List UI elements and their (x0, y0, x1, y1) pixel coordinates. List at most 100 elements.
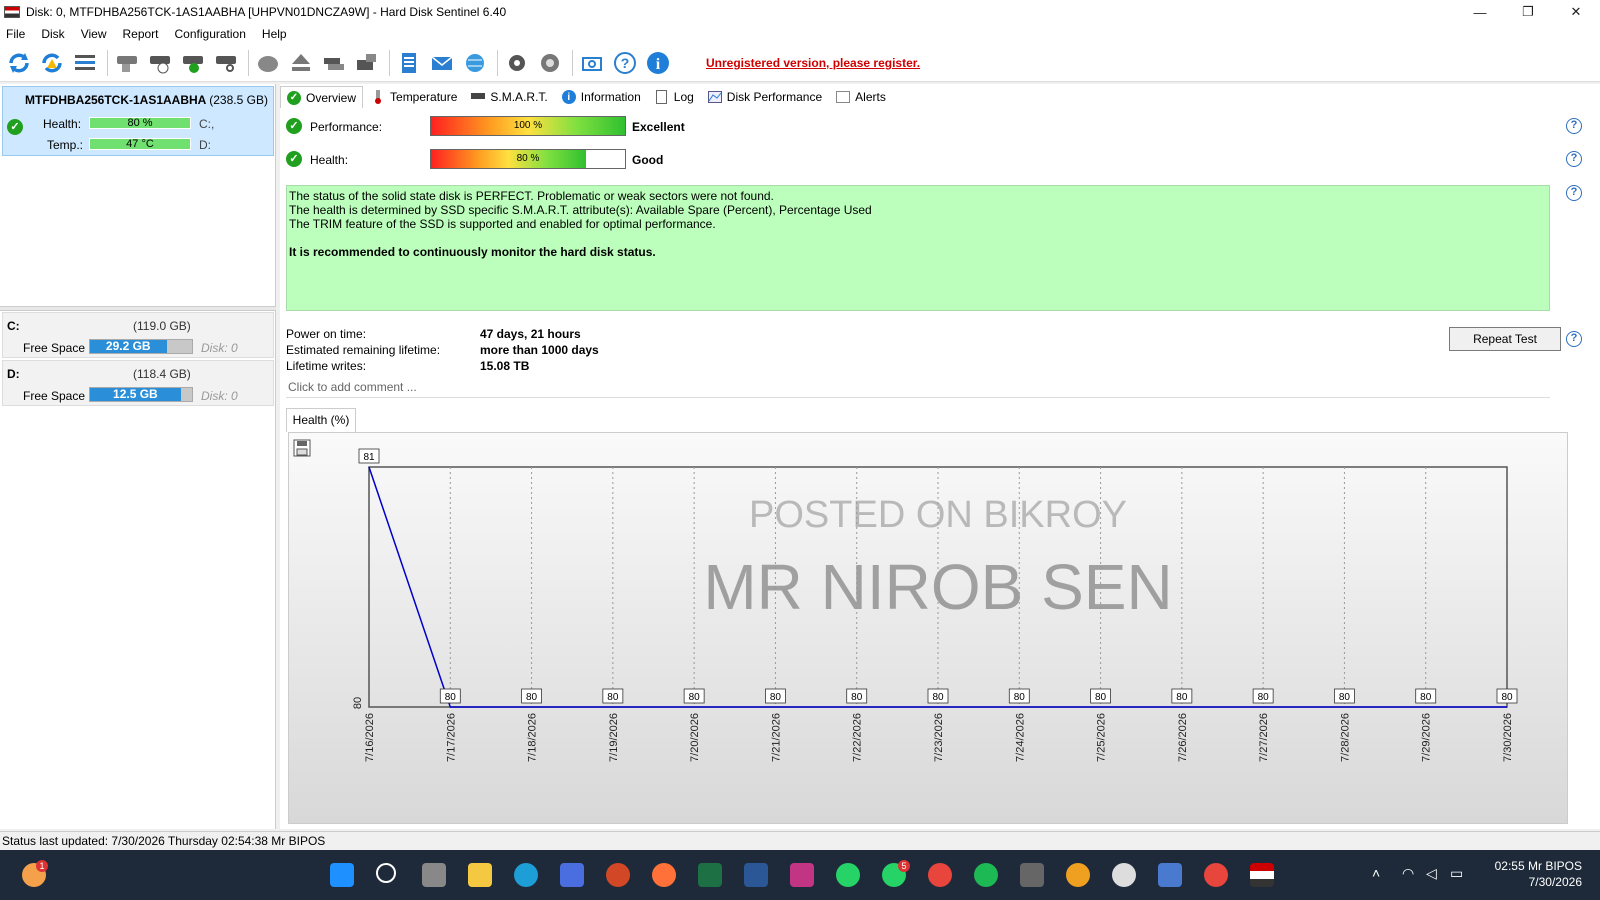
data-label: 80 (1095, 692, 1107, 703)
search-icon[interactable] (376, 863, 396, 883)
help-icon[interactable]: ? (1566, 331, 1582, 347)
tab-temperature[interactable]: Temperature (365, 86, 463, 108)
x-tick-label: 7/27/2026 (1258, 713, 1270, 762)
free-space-value: 12.5 GB (90, 388, 181, 401)
menu-report[interactable]: Report (122, 27, 158, 41)
x-tick-label: 7/28/2026 (1339, 713, 1351, 762)
data-label: 80 (526, 692, 538, 703)
tab-information[interactable]: i Information (556, 86, 647, 108)
disk-eject-icon[interactable] (286, 48, 316, 78)
close-button[interactable]: ✕ (1552, 0, 1600, 24)
instagram-icon[interactable] (790, 863, 814, 887)
mail-icon[interactable] (427, 48, 457, 78)
menu-configuration[interactable]: Configuration (175, 27, 246, 41)
clock[interactable]: 02:55 Mr BIPOS 7/30/2026 (1495, 858, 1582, 890)
hard-disk-sentinel-icon[interactable] (1250, 863, 1274, 887)
free-space-label: Free Space (23, 341, 86, 355)
info-icon[interactable]: i (643, 48, 673, 78)
disk-hand-icon[interactable] (112, 48, 142, 78)
volume-icon[interactable]: ◁ (1426, 865, 1437, 882)
help-icon[interactable]: ? (610, 48, 640, 78)
calculator-icon[interactable] (1020, 863, 1044, 887)
pen-icon[interactable] (1158, 863, 1182, 887)
excel-icon[interactable] (698, 863, 722, 887)
tab-overview[interactable]: ✓ Overview (280, 86, 364, 108)
tab-smart[interactable]: S.M.A.R.T. (465, 86, 553, 108)
tab-disk-performance[interactable]: Disk Performance (702, 86, 828, 108)
toolbar: ? i Unregistered version, please registe… (0, 44, 1600, 82)
x-tick-label: 7/20/2026 (689, 713, 701, 762)
camera-icon[interactable] (577, 48, 607, 78)
menu-file[interactable]: File (6, 27, 25, 41)
disk-model: MTFDHBA256TCK-1AS1AABHA (25, 93, 206, 107)
file-explorer-icon[interactable] (468, 863, 492, 887)
tab-label: Log (673, 90, 694, 104)
disk-card[interactable]: MTFDHBA256TCK-1AS1AABHA (238.5 GB) ✓ Hea… (2, 86, 274, 156)
comment-field[interactable]: Click to add comment ... (286, 376, 1550, 398)
help-icon[interactable]: ? (1566, 151, 1582, 167)
disk-list-icon[interactable] (70, 48, 100, 78)
watermark-line1: POSTED ON BIKROY (749, 494, 1127, 536)
refresh-icon[interactable] (4, 48, 34, 78)
gear-icon[interactable] (502, 48, 532, 78)
powerpoint-icon[interactable] (606, 863, 630, 887)
chrome-icon[interactable] (928, 863, 952, 887)
free-space-bar: 29.2 GB (89, 339, 193, 354)
tab-label: Overview (306, 90, 357, 105)
chatgpt-icon[interactable] (1112, 863, 1136, 887)
performance-percent: 100 % (513, 120, 543, 131)
refresh-warning-icon[interactable] (37, 48, 67, 78)
toolbar-separator (497, 49, 498, 76)
edge-icon[interactable] (514, 863, 538, 887)
register-link[interactable]: Unregistered version, please register. (706, 56, 920, 70)
store-icon[interactable] (560, 863, 584, 887)
spotify-icon[interactable] (974, 863, 998, 887)
wifi-icon[interactable]: ◠ (1402, 865, 1414, 882)
repeat-test-button[interactable]: Repeat Test (1449, 327, 1561, 351)
disk-clock-icon[interactable] (145, 48, 175, 78)
firefox-icon[interactable] (652, 863, 676, 887)
task-view-icon[interactable] (422, 863, 446, 887)
weather-badge: 1 (36, 860, 48, 872)
save-icon[interactable] (293, 439, 311, 457)
menu-bar: File Disk View Report Configuration Help (0, 24, 1600, 44)
disk-temp-drive: D: (199, 138, 211, 152)
magnifier-icon[interactable] (1066, 863, 1090, 887)
chevron-up-icon[interactable]: ˄ (1372, 865, 1380, 881)
menu-disk[interactable]: Disk (41, 27, 64, 41)
report-icon[interactable] (394, 48, 424, 78)
disk-search-icon[interactable] (211, 48, 241, 78)
word-icon[interactable] (744, 863, 768, 887)
panel-splitter[interactable] (0, 306, 276, 311)
tab-alerts[interactable]: Alerts (830, 86, 892, 108)
maximize-button[interactable]: ❐ (1504, 0, 1552, 24)
volume-d[interactable]: D: (118.4 GB) Free Space 12.5 GB Disk: 0 (2, 360, 274, 406)
disk-stack-icon[interactable] (319, 48, 349, 78)
disk-temp-bar: 47 °C (89, 138, 191, 150)
disk-capacity: (238.5 GB) (209, 93, 268, 107)
volume-c[interactable]: C: (119.0 GB) Free Space 29.2 GB Disk: 0 (2, 312, 274, 358)
help-icon[interactable]: ? (1566, 118, 1582, 134)
sound-icon[interactable] (535, 48, 565, 78)
health-verdict: Good (632, 153, 664, 167)
start-icon[interactable] (330, 863, 354, 887)
chrome-profile-icon[interactable] (1204, 863, 1228, 887)
menu-view[interactable]: View (81, 27, 107, 41)
battery-icon[interactable]: ▭ (1450, 865, 1463, 882)
status-bar: Status last updated: 7/30/2026 Thursday … (0, 831, 1600, 850)
volume-disk: Disk: 0 (201, 341, 238, 355)
disk-check-icon[interactable] (178, 48, 208, 78)
tab-health-chart[interactable]: Health (%) (286, 408, 356, 432)
whatsapp-icon[interactable] (836, 863, 860, 887)
performance-bar: 100 % (430, 116, 626, 136)
x-tick-label: 7/22/2026 (852, 713, 864, 762)
menu-help[interactable]: Help (262, 27, 287, 41)
tab-log[interactable]: Log (649, 86, 700, 108)
disk-export-icon[interactable] (352, 48, 382, 78)
disk-round-icon[interactable] (253, 48, 283, 78)
globe-icon[interactable] (460, 48, 490, 78)
minimize-button[interactable]: — (1456, 0, 1504, 24)
status-line: The status of the solid state disk is PE… (289, 189, 774, 203)
help-icon[interactable]: ? (1566, 185, 1582, 201)
svg-text:i: i (656, 56, 661, 73)
